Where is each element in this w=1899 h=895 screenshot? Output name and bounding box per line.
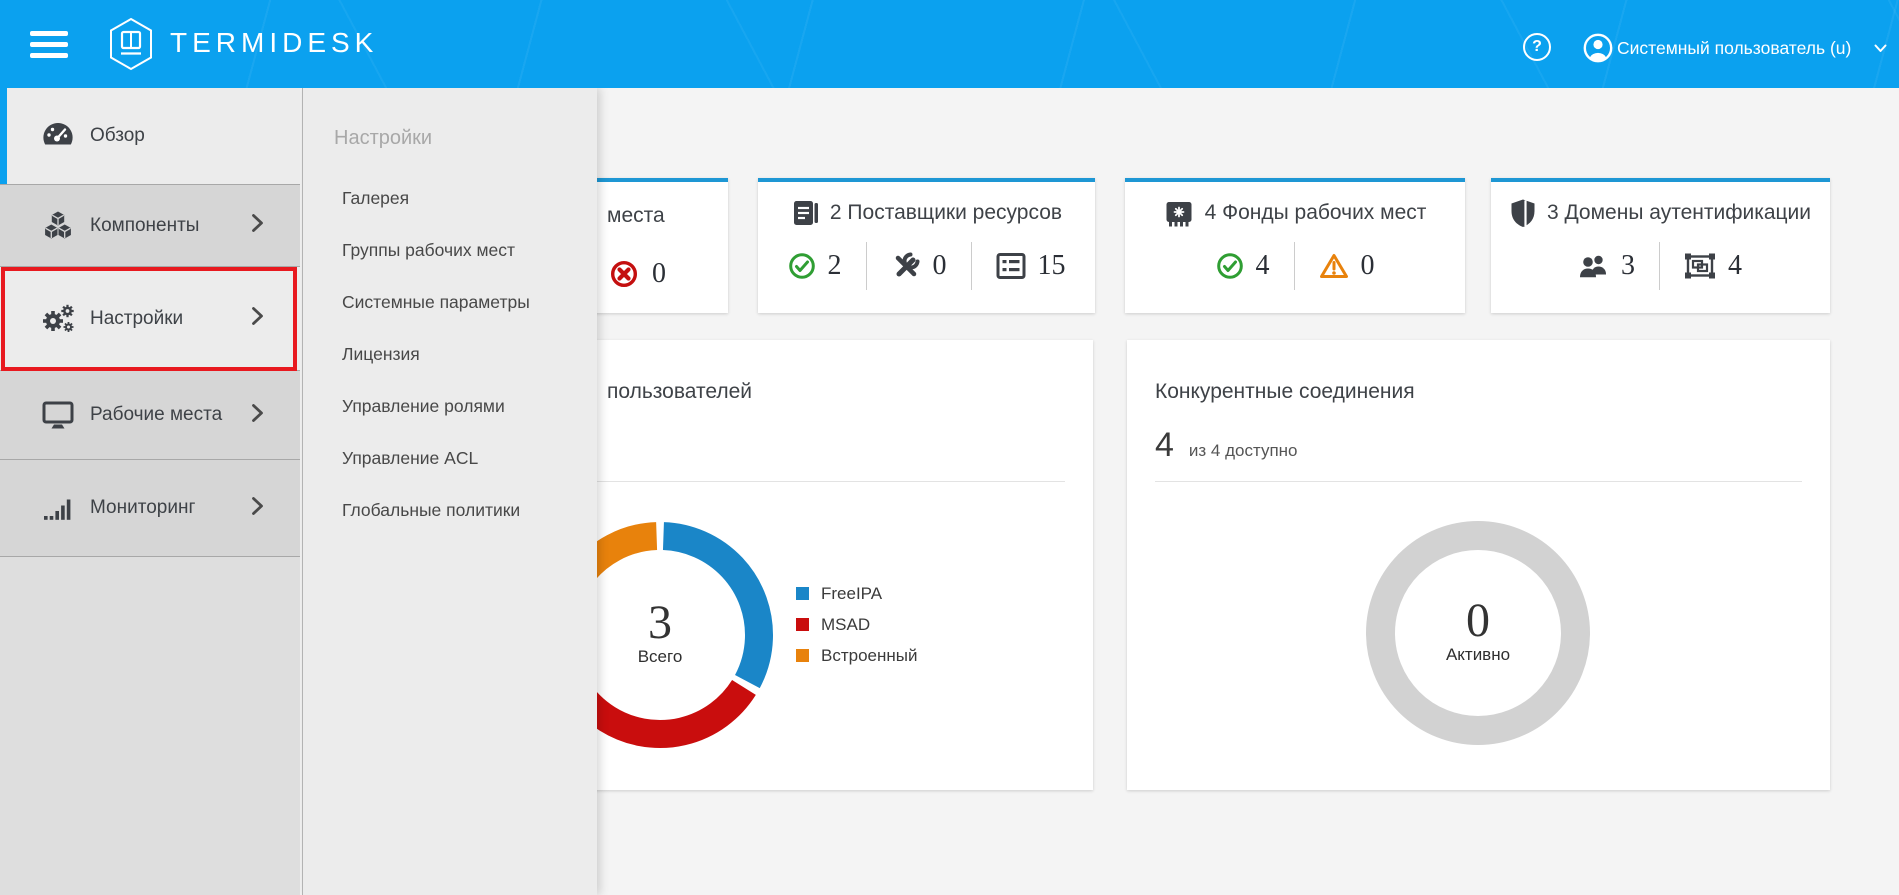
pools-warning-count: 0 (1361, 250, 1375, 282)
card-workplaces-title: места (607, 204, 665, 228)
menu-toggle-button[interactable] (30, 31, 68, 58)
providers-maintenance-count: 0 (933, 250, 947, 282)
monitor-icon (40, 400, 76, 430)
legend-swatch-msad (796, 618, 809, 631)
card-providers-title: 2 Поставщики ресурсов (830, 201, 1062, 225)
card-auth-domains-title: 3 Домены аутентификации (1547, 201, 1811, 225)
chevron-right-icon (251, 496, 264, 521)
shield-icon (1510, 198, 1536, 228)
sidebar-item-label: Обзор (90, 125, 145, 147)
legend-item: Встроенный (796, 640, 917, 671)
user-avatar-icon (1583, 33, 1613, 63)
users-icon (1579, 252, 1609, 280)
sidebar-item-settings[interactable]: Настройки (0, 267, 300, 371)
dashboard-icon (40, 121, 76, 151)
object-group-icon (1684, 252, 1716, 280)
chevron-down-icon (1874, 44, 1887, 53)
card-connections: Конкурентные соединения 4 из 4 доступно … (1127, 340, 1830, 790)
circle-x-icon (610, 260, 638, 288)
sidebar-item-components[interactable]: Компоненты (0, 185, 300, 267)
chevron-right-icon (251, 213, 264, 238)
sidebar-item-label: Рабочие места (90, 404, 222, 426)
divider (971, 242, 972, 290)
auth-domains-users-count: 3 (1621, 250, 1635, 282)
documents-icon (791, 199, 819, 227)
table-icon (996, 252, 1026, 280)
connections-available-value: 4 (1155, 426, 1174, 465)
chevron-right-icon (251, 403, 264, 428)
divider (1294, 242, 1295, 290)
cubes-icon (40, 210, 76, 241)
check-circle-icon (788, 252, 816, 280)
card-pools: 4 Фонды рабочих мест 4 (1125, 178, 1465, 313)
providers-ok-count: 2 (828, 250, 842, 282)
divider (1659, 242, 1660, 290)
user-domains-legend: FreeIPA MSAD Встроенный (796, 578, 917, 671)
sidebar: Обзор Компоненты (0, 88, 300, 895)
connections-available-label: из 4 доступно (1189, 441, 1298, 461)
tools-icon (891, 251, 921, 281)
submenu-header: Настройки (334, 127, 432, 150)
signal-bars-icon (40, 495, 76, 522)
legend-swatch-builtin (796, 649, 809, 662)
providers-total-count: 15 (1038, 250, 1066, 282)
connections-active-label: Активно (1358, 645, 1598, 665)
card-providers: 2 Поставщики ресурсов 2 (758, 178, 1095, 313)
gears-icon (40, 302, 76, 336)
connections-title: Конкурентные соединения (1155, 380, 1415, 404)
legend-item: MSAD (796, 609, 917, 640)
submenu-item-gallery[interactable]: Галерея (342, 188, 409, 209)
warning-triangle-icon (1319, 252, 1349, 280)
sidebar-item-label: Компоненты (90, 215, 199, 237)
termidesk-dashboard: места 0 2 Поставщики ресурсов (0, 0, 1899, 895)
sidebar-item-monitoring[interactable]: Мониторинг (0, 460, 300, 557)
user-domains-title: пользователей (607, 380, 752, 404)
brand-wordmark: TERMIDESK (170, 27, 378, 59)
termidesk-logo-icon (107, 17, 155, 71)
topbar: TERMIDESK ? Системный пользователь (u) (0, 0, 1899, 88)
legend-item: FreeIPA (796, 578, 917, 609)
divider (866, 242, 867, 290)
workplaces-error-count: 0 (652, 258, 666, 290)
chip-icon (1164, 199, 1194, 227)
submenu-item-role-management[interactable]: Управление ролями (342, 396, 505, 417)
check-circle-icon (1216, 252, 1244, 280)
submenu-item-system-parameters[interactable]: Системные параметры (342, 292, 530, 313)
submenu-item-license[interactable]: Лицензия (342, 344, 420, 365)
card-auth-domains: 3 Домены аутентификации 3 (1491, 178, 1830, 313)
sidebar-item-label: Мониторинг (90, 497, 195, 519)
connections-active-value: 0 (1358, 598, 1598, 644)
submenu-item-workplace-groups[interactable]: Группы рабочих мест (342, 240, 515, 261)
sidebar-item-label: Настройки (90, 308, 183, 330)
submenu-item-acl-management[interactable]: Управление ACL (342, 448, 478, 469)
sidebar-item-workplaces[interactable]: Рабочие места (0, 371, 300, 460)
help-icon[interactable]: ? (1523, 33, 1551, 61)
chevron-right-icon (251, 306, 264, 331)
legend-swatch-freeipa (796, 587, 809, 600)
card-pools-title: 4 Фонды рабочих мест (1205, 201, 1427, 225)
user-menu[interactable]: Системный пользователь (u) (1617, 38, 1851, 59)
sidebar-item-overview[interactable]: Обзор (0, 88, 300, 185)
auth-domains-groups-count: 4 (1728, 250, 1742, 282)
submenu-item-global-policies[interactable]: Глобальные политики (342, 500, 520, 521)
divider (1155, 481, 1802, 482)
pools-ok-count: 4 (1256, 250, 1270, 282)
settings-submenu-panel: Настройки Галерея Группы рабочих мест Си… (302, 88, 597, 895)
